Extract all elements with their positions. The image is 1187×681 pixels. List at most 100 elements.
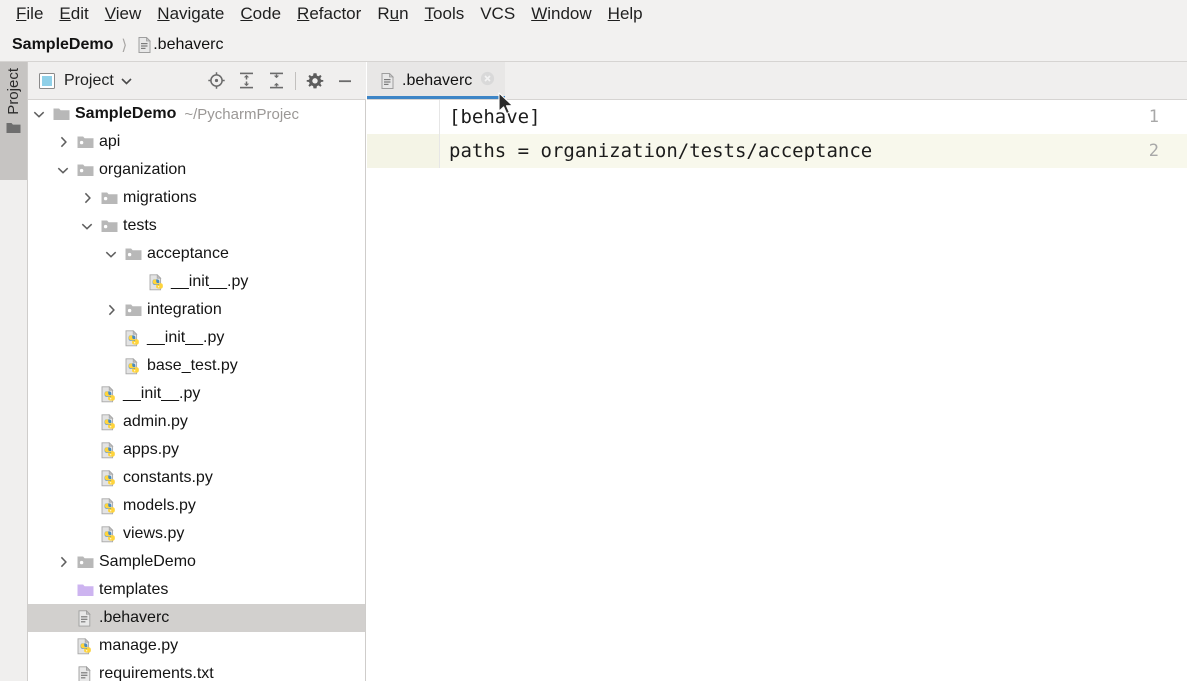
editor-tab-label: .behaverc — [402, 72, 472, 90]
chevron-right-icon[interactable] — [52, 136, 74, 148]
tool-window-button-project[interactable]: Project — [0, 62, 27, 180]
module-folder-icon — [74, 135, 96, 149]
editor-tab-behaverc[interactable]: .behaverc — [367, 62, 505, 99]
chevron-down-icon[interactable] — [100, 250, 122, 259]
close-icon[interactable] — [480, 71, 495, 91]
editor-tab-bar: .behaverc — [367, 62, 1187, 100]
tree-row-views-py[interactable]: views.py — [28, 520, 365, 548]
tree-row-api[interactable]: api — [28, 128, 365, 156]
expand-all-icon[interactable] — [231, 66, 261, 96]
chevron-right-icon[interactable] — [52, 556, 74, 568]
menu-item-run[interactable]: Run — [369, 1, 416, 27]
python-file-icon — [74, 638, 96, 655]
tree-row-label: .behaverc — [99, 609, 169, 627]
gutter-divider — [439, 134, 440, 168]
active-tab-indicator — [367, 96, 505, 99]
python-file-icon — [98, 470, 120, 487]
module-folder-icon — [98, 191, 120, 205]
code-line[interactable]: 1 [behave] — [367, 100, 1187, 134]
breadcrumb-project[interactable]: SampleDemo — [12, 36, 113, 54]
menu-item-tools[interactable]: Tools — [417, 1, 473, 27]
project-panel-title: Project — [64, 72, 114, 90]
left-tool-strip: Project — [0, 62, 28, 681]
menu-item-edit[interactable]: Edit — [51, 1, 96, 27]
tree-row-sampledemo[interactable]: SampleDemo~/PycharmProjec — [28, 100, 365, 128]
project-panel-toolbar: Project — [28, 62, 366, 100]
tree-row-init-py[interactable]: __init__.py — [28, 324, 365, 352]
editor-gutter[interactable] — [367, 134, 439, 168]
python-file-icon — [98, 414, 120, 431]
tree-row-tests[interactable]: tests — [28, 212, 365, 240]
python-file-icon — [98, 442, 120, 459]
tree-row-apps-py[interactable]: apps.py — [28, 436, 365, 464]
tree-row-sampledemo[interactable]: SampleDemo — [28, 548, 365, 576]
tree-row-label: migrations — [123, 189, 197, 207]
tree-row-acceptance[interactable]: acceptance — [28, 240, 365, 268]
tree-row-label: integration — [147, 301, 222, 319]
project-window-icon — [36, 73, 58, 89]
python-file-icon — [98, 498, 120, 515]
tree-row-integration[interactable]: integration — [28, 296, 365, 324]
text-file-icon — [379, 73, 395, 89]
gutter-divider — [439, 100, 440, 134]
tree-row-label: constants.py — [123, 469, 213, 487]
menu-item-code[interactable]: Code — [232, 1, 289, 27]
tree-row-constants-py[interactable]: constants.py — [28, 464, 365, 492]
chevron-down-icon[interactable] — [52, 166, 74, 175]
module-folder-icon — [74, 163, 96, 177]
menu-item-help[interactable]: Help — [600, 1, 651, 27]
module-folder-icon — [122, 247, 144, 261]
project-folder-icon — [50, 107, 72, 121]
menu-item-vcs[interactable]: VCS — [472, 1, 523, 27]
locate-icon[interactable] — [201, 66, 231, 96]
tree-row-label: base_test.py — [147, 357, 238, 375]
chevron-down-icon[interactable] — [28, 110, 50, 119]
menu-item-file[interactable]: File — [8, 1, 51, 27]
tree-row-label: tests — [123, 217, 157, 235]
menu-item-navigate[interactable]: Navigate — [149, 1, 232, 27]
code-text: paths = organization/tests/acceptance — [449, 134, 872, 168]
chevron-right-icon[interactable] — [76, 192, 98, 204]
menu-bar: FileEditViewNavigateCodeRefactorRunTools… — [0, 0, 1187, 28]
project-tree[interactable]: SampleDemo~/PycharmProjec api organization… — [28, 100, 366, 681]
tree-row-init-py[interactable]: __init__.py — [28, 268, 365, 296]
menu-item-window[interactable]: Window — [523, 1, 599, 27]
pycharm-window: FileEditViewNavigateCodeRefactorRunTools… — [0, 0, 1187, 681]
tree-row-init-py[interactable]: __init__.py — [28, 380, 365, 408]
tree-row-label: manage.py — [99, 637, 178, 655]
chevron-down-icon[interactable] — [76, 222, 98, 231]
tree-row-migrations[interactable]: migrations — [28, 184, 365, 212]
collapse-all-icon[interactable] — [261, 66, 291, 96]
code-editor[interactable]: 1 [behave]2paths = organization/tests/acc… — [367, 100, 1187, 681]
tree-row-behaverc[interactable]: .behaverc — [28, 604, 365, 632]
tree-row-label: api — [99, 133, 120, 151]
chevron-right-icon[interactable] — [100, 304, 122, 316]
breadcrumb-file[interactable]: .behaverc — [153, 36, 223, 54]
template-folder-icon — [74, 583, 96, 597]
text-file-icon — [74, 666, 96, 681]
tree-row-manage-py[interactable]: manage.py — [28, 632, 365, 660]
menu-item-refactor[interactable]: Refactor — [289, 1, 369, 27]
editor-gutter[interactable] — [367, 100, 439, 134]
tree-row-templates[interactable]: templates — [28, 576, 365, 604]
tree-row-label: __init__.py — [123, 385, 200, 403]
tree-row-admin-py[interactable]: admin.py — [28, 408, 365, 436]
tree-row-label: templates — [99, 581, 168, 599]
chevron-down-icon[interactable] — [121, 72, 132, 90]
minimize-icon[interactable] — [330, 66, 360, 96]
code-line[interactable]: 2paths = organization/tests/acceptance — [367, 134, 1187, 168]
tree-row-models-py[interactable]: models.py — [28, 492, 365, 520]
menu-item-view[interactable]: View — [97, 1, 150, 27]
tree-row-label: models.py — [123, 497, 196, 515]
module-folder-icon — [122, 303, 144, 317]
tool-window-label-project: Project — [5, 68, 22, 115]
text-file-icon — [135, 37, 153, 53]
tree-row-base-test-py[interactable]: base_test.py — [28, 352, 365, 380]
line-number: 1 — [1149, 100, 1159, 134]
gear-icon[interactable] — [300, 66, 330, 96]
python-file-icon — [122, 330, 144, 347]
tree-row-label: views.py — [123, 525, 184, 543]
tree-row-requirements-txt[interactable]: requirements.txt — [28, 660, 365, 681]
code-text: [behave] — [449, 100, 541, 134]
tree-row-organization[interactable]: organization — [28, 156, 365, 184]
